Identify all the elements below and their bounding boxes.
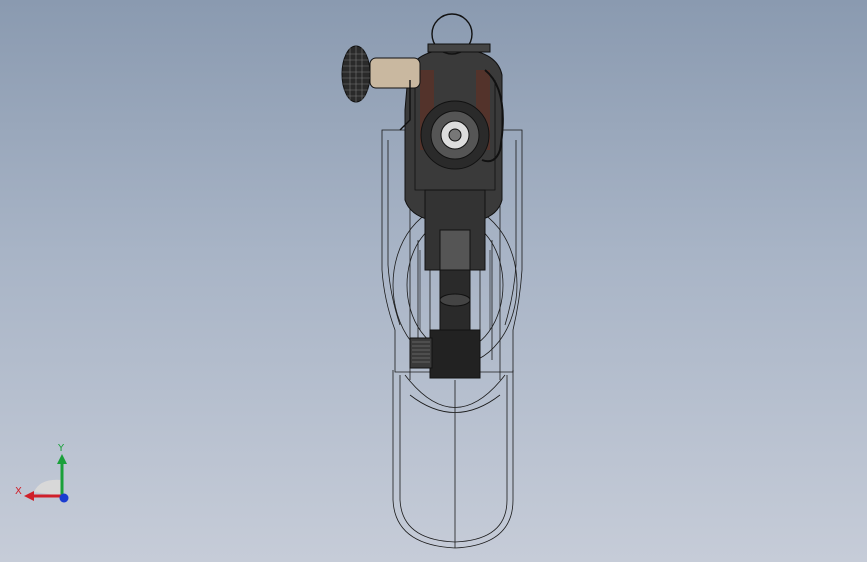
coordinate-triad: Y X <box>10 440 80 510</box>
x-axis-label: X <box>15 486 22 497</box>
model-wireframe[interactable] <box>0 0 867 562</box>
triad-graphic <box>24 454 69 503</box>
y-axis-label: Y <box>58 443 65 454</box>
graphics-viewport[interactable]: Y X <box>0 0 867 562</box>
z-axis <box>59 493 69 503</box>
grip-outline <box>392 370 514 549</box>
